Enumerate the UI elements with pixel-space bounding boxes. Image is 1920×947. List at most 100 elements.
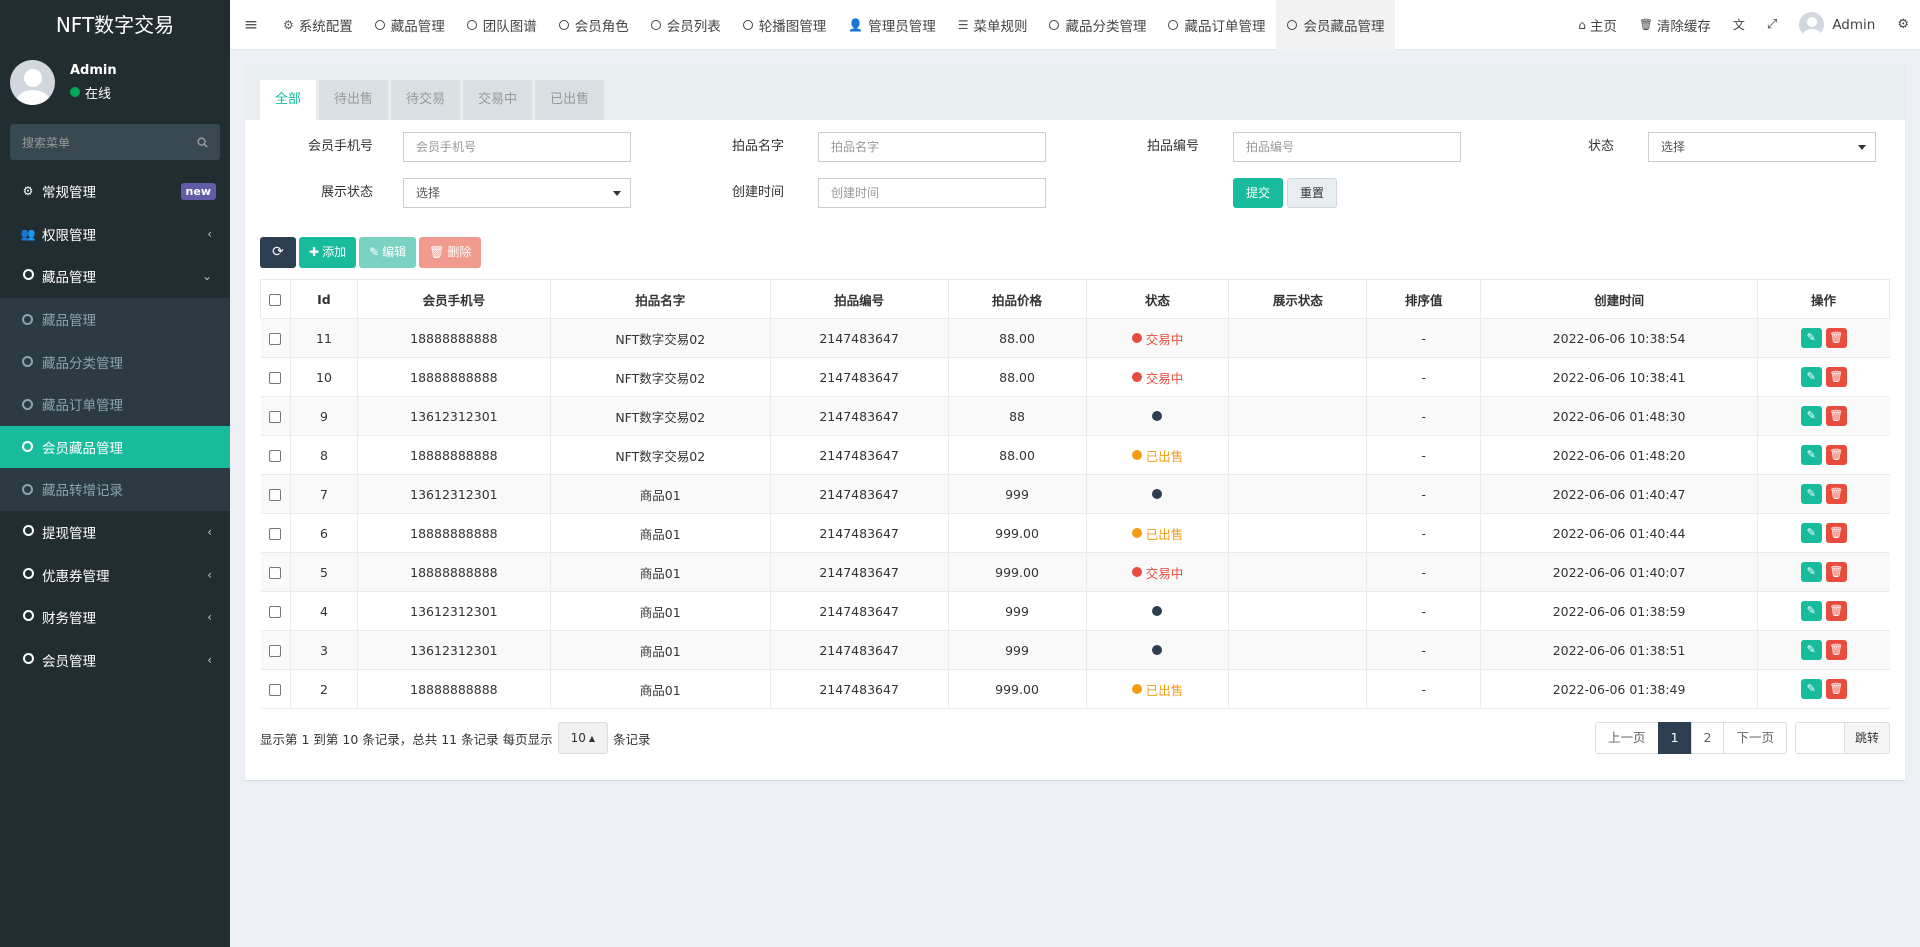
sidebar-search-input[interactable]: 搜索菜单 xyxy=(10,124,220,160)
row-edit-button[interactable]: ✎ xyxy=(1800,328,1822,348)
show-status-select[interactable]: 选择 xyxy=(403,178,631,208)
table-row[interactable]: 9 13612312301 NFT数字交易02 2147483647 88 -2022-0… xyxy=(260,396,1890,436)
time-input[interactable]: 创建时间 xyxy=(818,178,1046,208)
sidebar-item-member-collection[interactable]: 会员藏品管理 xyxy=(0,425,230,469)
col-show-status[interactable]: 展示状态 xyxy=(1228,279,1368,319)
search-icon[interactable] xyxy=(197,136,208,148)
app-logo[interactable]: NFT数字交易 xyxy=(0,0,230,50)
select-all-checkbox[interactable] xyxy=(269,294,282,306)
row-delete-button[interactable]: 🗑 xyxy=(1825,601,1847,621)
tab-all[interactable]: 全部 xyxy=(260,80,317,120)
code-input[interactable]: 拍品编号 xyxy=(1233,132,1461,162)
row-edit-button[interactable]: ✎ xyxy=(1800,640,1822,660)
table-row[interactable]: 3 13612312301 商品01 2147483647 999 -2022-06-06… xyxy=(260,630,1890,670)
col-status[interactable]: 状态 xyxy=(1085,279,1230,319)
tab-admin[interactable]: 👤 管理员管理 xyxy=(837,0,946,50)
row-checkbox[interactable] xyxy=(269,372,282,384)
row-delete-button[interactable]: 🗑 xyxy=(1825,484,1847,504)
col-sort[interactable]: 排序值 xyxy=(1366,279,1482,319)
tab-trading[interactable]: 交易中 xyxy=(463,80,533,120)
clear-cache-button[interactable]: 🗑 清除缓存 xyxy=(1628,0,1722,50)
row-edit-button[interactable]: ✎ xyxy=(1800,484,1822,504)
sidebar-item-coupon[interactable]: 优惠券管理 ‹ xyxy=(0,553,230,596)
sidebar-item-auth[interactable]: 👥 权限管理 ‹ xyxy=(0,213,230,256)
row-checkbox[interactable] xyxy=(269,411,282,423)
table-row[interactable]: 11 18888888888 NFT数字交易02 2147483647 88.00 交易中… xyxy=(260,318,1890,358)
table-row[interactable]: 2 18888888888 商品01 2147483647 999.00 已出售 -2022… xyxy=(260,669,1890,709)
row-checkbox[interactable] xyxy=(269,606,282,618)
admin-menu[interactable]: Admin xyxy=(1788,0,1886,50)
sidebar-item-member[interactable]: 会员管理 ‹ xyxy=(0,639,230,682)
row-delete-button[interactable]: 🗑 xyxy=(1825,406,1847,426)
settings-icon[interactable]: ⚙ xyxy=(1886,0,1920,50)
row-edit-button[interactable]: ✎ xyxy=(1800,406,1822,426)
row-delete-button[interactable]: 🗑 xyxy=(1825,523,1847,543)
row-checkbox[interactable] xyxy=(269,489,282,501)
row-delete-button[interactable]: 🗑 xyxy=(1825,679,1847,699)
sidebar-item-collection-transfer[interactable]: 藏品转增记录 xyxy=(0,468,230,511)
page-1-button[interactable]: 1 xyxy=(1657,722,1692,754)
add-button[interactable]: ✚ 添加 xyxy=(299,237,357,268)
row-checkbox[interactable] xyxy=(269,645,282,657)
sidebar-item-general[interactable]: ⚙ 常规管理 new xyxy=(0,170,230,213)
tab-system-config[interactable]: ⚙ 系统配置 xyxy=(272,0,364,50)
tab-member-role[interactable]: 会员角色 xyxy=(548,0,640,50)
tab-sold[interactable]: 已出售 xyxy=(535,80,605,120)
submit-button[interactable]: 提交 xyxy=(1233,178,1283,208)
tab-team-graph[interactable]: 团队图谱 xyxy=(456,0,548,50)
sidebar-item-withdraw[interactable]: 提现管理 ‹ xyxy=(0,511,230,554)
row-checkbox[interactable] xyxy=(269,333,282,345)
menu-toggle-icon[interactable]: ≡ xyxy=(230,15,272,35)
row-delete-button[interactable]: 🗑 xyxy=(1825,367,1847,387)
row-checkbox[interactable] xyxy=(269,528,282,540)
table-row[interactable]: 8 18888888888 NFT数字交易02 2147483647 88.00 已出售 -… xyxy=(260,435,1890,475)
table-row[interactable]: 5 18888888888 商品01 2147483647 999.00 交易中 -2022… xyxy=(260,552,1890,592)
row-edit-button[interactable]: ✎ xyxy=(1800,445,1822,465)
row-edit-button[interactable]: ✎ xyxy=(1800,562,1822,582)
row-edit-button[interactable]: ✎ xyxy=(1800,523,1822,543)
row-checkbox[interactable] xyxy=(269,567,282,579)
sidebar-item-collection[interactable]: 藏品管理 ⌄ xyxy=(0,255,230,298)
sidebar-item-collection-order[interactable]: 藏品订单管理 xyxy=(0,383,230,426)
fullscreen-icon[interactable]: ⤢ xyxy=(1756,0,1788,50)
reset-button[interactable]: 重置 xyxy=(1287,178,1337,208)
delete-button[interactable]: 🗑 删除 xyxy=(419,237,482,268)
sidebar-item-collection-category[interactable]: 藏品分类管理 xyxy=(0,340,230,383)
row-delete-button[interactable]: 🗑 xyxy=(1825,640,1847,660)
col-price[interactable]: 拍品价格 xyxy=(947,279,1087,319)
tab-member-collection[interactable]: 会员藏品管理 xyxy=(1276,0,1396,50)
refresh-button[interactable]: ⟳ xyxy=(260,237,296,268)
language-icon[interactable]: 文 xyxy=(1722,0,1756,50)
phone-input[interactable]: 会员手机号 xyxy=(403,132,631,162)
table-row[interactable]: 6 18888888888 商品01 2147483647 999.00 已出售 -2022… xyxy=(260,513,1890,553)
page-size-select[interactable]: 10 ▲ xyxy=(557,722,609,754)
tab-collection-order[interactable]: 藏品订单管理 xyxy=(1157,0,1276,50)
prev-page-button[interactable]: 上一页 xyxy=(1595,722,1659,754)
col-phone[interactable]: 会员手机号 xyxy=(356,279,551,319)
col-created[interactable]: 创建时间 xyxy=(1480,279,1758,319)
row-edit-button[interactable]: ✎ xyxy=(1800,367,1822,387)
edit-button[interactable]: ✎ 编辑 xyxy=(359,237,417,268)
tab-banner[interactable]: 轮播图管理 xyxy=(732,0,838,50)
page-2-button[interactable]: 2 xyxy=(1690,722,1725,754)
row-delete-button[interactable]: 🗑 xyxy=(1825,562,1847,582)
tab-member-list[interactable]: 会员列表 xyxy=(640,0,732,50)
col-code[interactable]: 拍品编号 xyxy=(769,279,949,319)
row-delete-button[interactable]: 🗑 xyxy=(1825,328,1847,348)
status-select[interactable]: 选择 xyxy=(1648,132,1876,162)
table-row[interactable]: 10 18888888888 NFT数字交易02 2147483647 88.00 交易中… xyxy=(260,357,1890,397)
row-checkbox[interactable] xyxy=(269,684,282,696)
row-checkbox[interactable] xyxy=(269,450,282,462)
tab-pending-trade[interactable]: 待交易 xyxy=(391,80,461,120)
tab-collection-category[interactable]: 藏品分类管理 xyxy=(1038,0,1157,50)
row-delete-button[interactable]: 🗑 xyxy=(1825,445,1847,465)
name-input[interactable]: 拍品名字 xyxy=(818,132,1046,162)
row-edit-button[interactable]: ✎ xyxy=(1800,601,1822,621)
row-edit-button[interactable]: ✎ xyxy=(1800,679,1822,699)
table-row[interactable]: 7 13612312301 商品01 2147483647 999 -2022-06-06… xyxy=(260,474,1890,514)
tab-collection[interactable]: 藏品管理 xyxy=(364,0,456,50)
sidebar-item-collection-manage[interactable]: 藏品管理 xyxy=(0,298,230,341)
table-row[interactable]: 4 13612312301 商品01 2147483647 999 -2022-06-06… xyxy=(260,591,1890,631)
next-page-button[interactable]: 下一页 xyxy=(1723,722,1787,754)
col-id[interactable]: Id xyxy=(289,279,358,319)
